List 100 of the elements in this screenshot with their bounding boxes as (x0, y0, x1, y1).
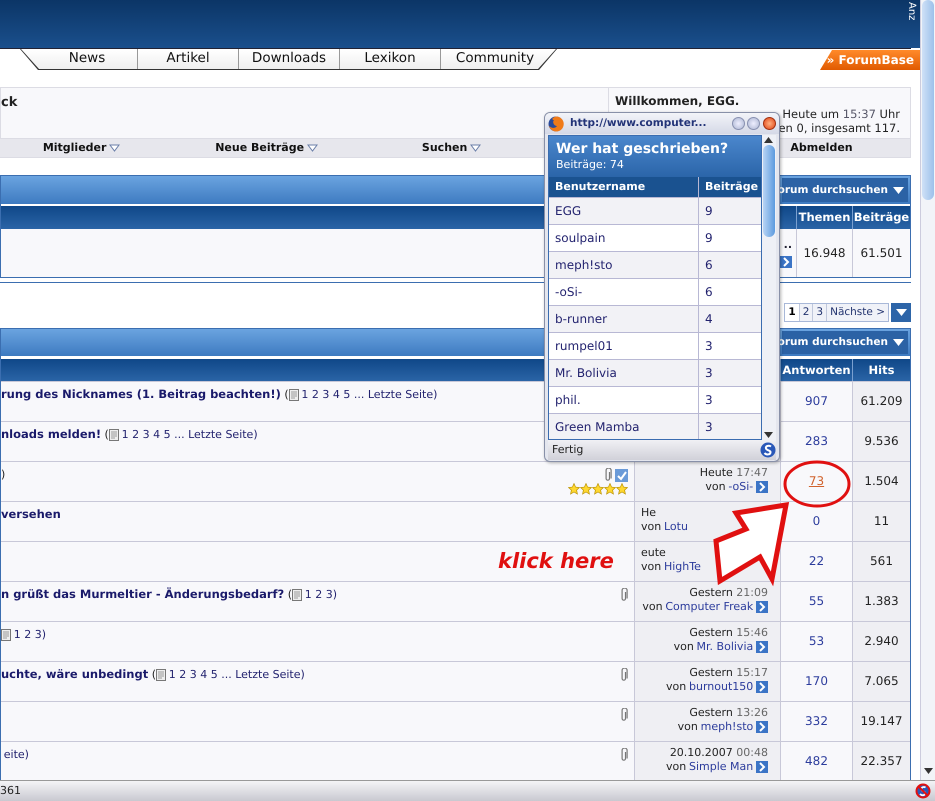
username-cell: Mr. Bolivia (549, 360, 699, 386)
page-link[interactable]: 2 (800, 304, 814, 321)
replies-link[interactable]: 907 (805, 394, 828, 409)
author-link[interactable]: burnout150 (688, 680, 754, 694)
page-links[interactable]: 1 2 3) (304, 588, 338, 602)
paperclip-icon (604, 468, 612, 482)
go-arrow-icon[interactable] (756, 481, 768, 493)
close-button[interactable] (763, 117, 776, 130)
page-icon (108, 428, 119, 441)
author-link[interactable]: Simple Man (688, 760, 754, 774)
page-links[interactable]: eite) (4, 748, 29, 762)
page-dropdown-button[interactable] (891, 303, 911, 322)
scroll-down-icon[interactable] (764, 432, 774, 438)
page-links[interactable]: 1 2 3) (14, 628, 46, 642)
caret-icon (896, 309, 906, 316)
go-arrow-icon[interactable] (780, 256, 792, 268)
menu-link[interactable]: Mitglieder (0, 139, 174, 157)
page-links[interactable]: 1 2 3 4 5 ... Letzte Seite) (168, 668, 305, 682)
welcome-left-text: ck (1, 95, 18, 110)
replies-link[interactable]: 53 (808, 634, 824, 649)
menu-link[interactable]: Suchen (359, 139, 544, 157)
menu-link[interactable]: Neue Beiträge (174, 139, 359, 157)
star-icon (616, 483, 628, 495)
thread-title-link[interactable]: rung des Nicknames (1. Beitrag beachten!) ( (1, 388, 289, 402)
maximize-button[interactable] (747, 117, 760, 130)
star-icon (568, 483, 580, 495)
page-links[interactable]: 1 2 3 4 5 ... Letzte Seite) (301, 388, 438, 402)
scrollbar[interactable] (920, 0, 935, 780)
popup-title: Wer hat geschrieben? (556, 141, 730, 158)
thread-title-link[interactable]: n grüßt das Murmeltier - Änderungsbedarf? ( (1, 588, 292, 602)
nav-tab[interactable]: Artikel (138, 49, 239, 69)
page-link[interactable]: 1 (785, 304, 800, 321)
checkmark-icon (615, 468, 628, 482)
page-links[interactable]: 1 2 3 4 5 ... Letzte Seite) (122, 428, 258, 442)
thread-title-link[interactable]: ) (1, 468, 6, 482)
status-text: 361 (0, 784, 21, 798)
by-label: von (641, 520, 662, 534)
last-post-date: Heute 17:47 (698, 466, 768, 480)
welcome-title: Willkommen, EGG. (615, 94, 740, 108)
replies-link[interactable]: 332 (805, 714, 828, 729)
thread-title-link[interactable]: uchte, wäre unbedingt ( (1, 668, 156, 682)
username-cell: b-runner (549, 306, 699, 332)
replies-link[interactable]: 283 (805, 434, 828, 449)
by-label: von (678, 720, 698, 734)
go-arrow-icon[interactable] (756, 761, 768, 773)
scrollbar-thumb[interactable] (922, 0, 934, 200)
go-arrow-icon[interactable] (756, 681, 768, 693)
author-link[interactable]: Lotu (664, 520, 688, 534)
replies-link[interactable]: 170 (805, 674, 828, 689)
post-count-cell-text: 3 (704, 418, 714, 436)
hits-count: 9.536 (864, 434, 899, 449)
page-link[interactable]: 3 (813, 304, 828, 321)
post-count-cell-text: 6 (704, 284, 714, 301)
post-count-cell-text: 9 (704, 202, 714, 220)
page-icon (288, 388, 299, 401)
popup-url: http://www.computer... (570, 117, 708, 130)
paperclip-icon (620, 708, 628, 722)
nav-tab[interactable]: Lexikon (340, 49, 441, 69)
popup-subtitle: Beiträge: 74 (556, 158, 625, 171)
page-icon (156, 668, 166, 681)
last-post-date: He (641, 506, 658, 520)
author-link[interactable]: Computer Freak (665, 600, 754, 614)
author-link[interactable]: Mr. Bolivia (696, 640, 754, 654)
star-icon (592, 483, 604, 495)
nav-tab[interactable]: News (37, 49, 138, 69)
hits-count: 2.940 (864, 634, 899, 649)
replies-link[interactable]: 0 (812, 514, 820, 529)
go-arrow-icon[interactable] (756, 721, 768, 733)
post-count-cell-text: 4 (704, 310, 714, 328)
star-icon (580, 483, 592, 495)
hits-count: 561 (870, 554, 893, 569)
scroll-down-icon[interactable] (924, 768, 933, 774)
replies-link[interactable]: 22 (808, 554, 824, 569)
by-label: von (666, 680, 686, 694)
hits-count: 61.209 (860, 394, 902, 409)
swirl-icon (760, 442, 776, 458)
popup-scrollbar[interactable] (762, 135, 776, 440)
last-post-date: 20.10.2007 00:48 (668, 746, 768, 760)
replies-link[interactable]: 73 (808, 474, 824, 489)
author-link[interactable]: HighTe (664, 560, 701, 574)
minimize-button[interactable] (732, 117, 744, 130)
go-arrow-icon[interactable] (756, 601, 768, 613)
post-count-cell-text: 3 (704, 364, 714, 382)
next-page-link[interactable]: Nächste > (827, 304, 888, 321)
replies-link[interactable]: 55 (808, 594, 824, 609)
scrollbar-thumb[interactable] (763, 145, 776, 237)
nav-tab[interactable]: Community (441, 49, 549, 69)
dropdown-icon (109, 144, 120, 152)
page-icon (292, 588, 302, 601)
post-count-cell-text: 6 (704, 256, 714, 274)
post-count-cell-text: 9 (704, 230, 714, 247)
thread-title-link[interactable]: nloads melden! ( (1, 428, 109, 442)
go-arrow-icon[interactable] (756, 641, 768, 653)
author-link[interactable]: meph!sto (700, 720, 754, 734)
author-link[interactable]: -oSi- (728, 480, 754, 494)
last-post-date: Gestern 15:46 (688, 626, 768, 640)
scroll-up-icon[interactable] (764, 137, 774, 143)
replies-link[interactable]: 482 (805, 754, 828, 769)
thread-title-link[interactable]: versehen (1, 508, 61, 522)
nav-tab[interactable]: Downloads (239, 49, 340, 69)
